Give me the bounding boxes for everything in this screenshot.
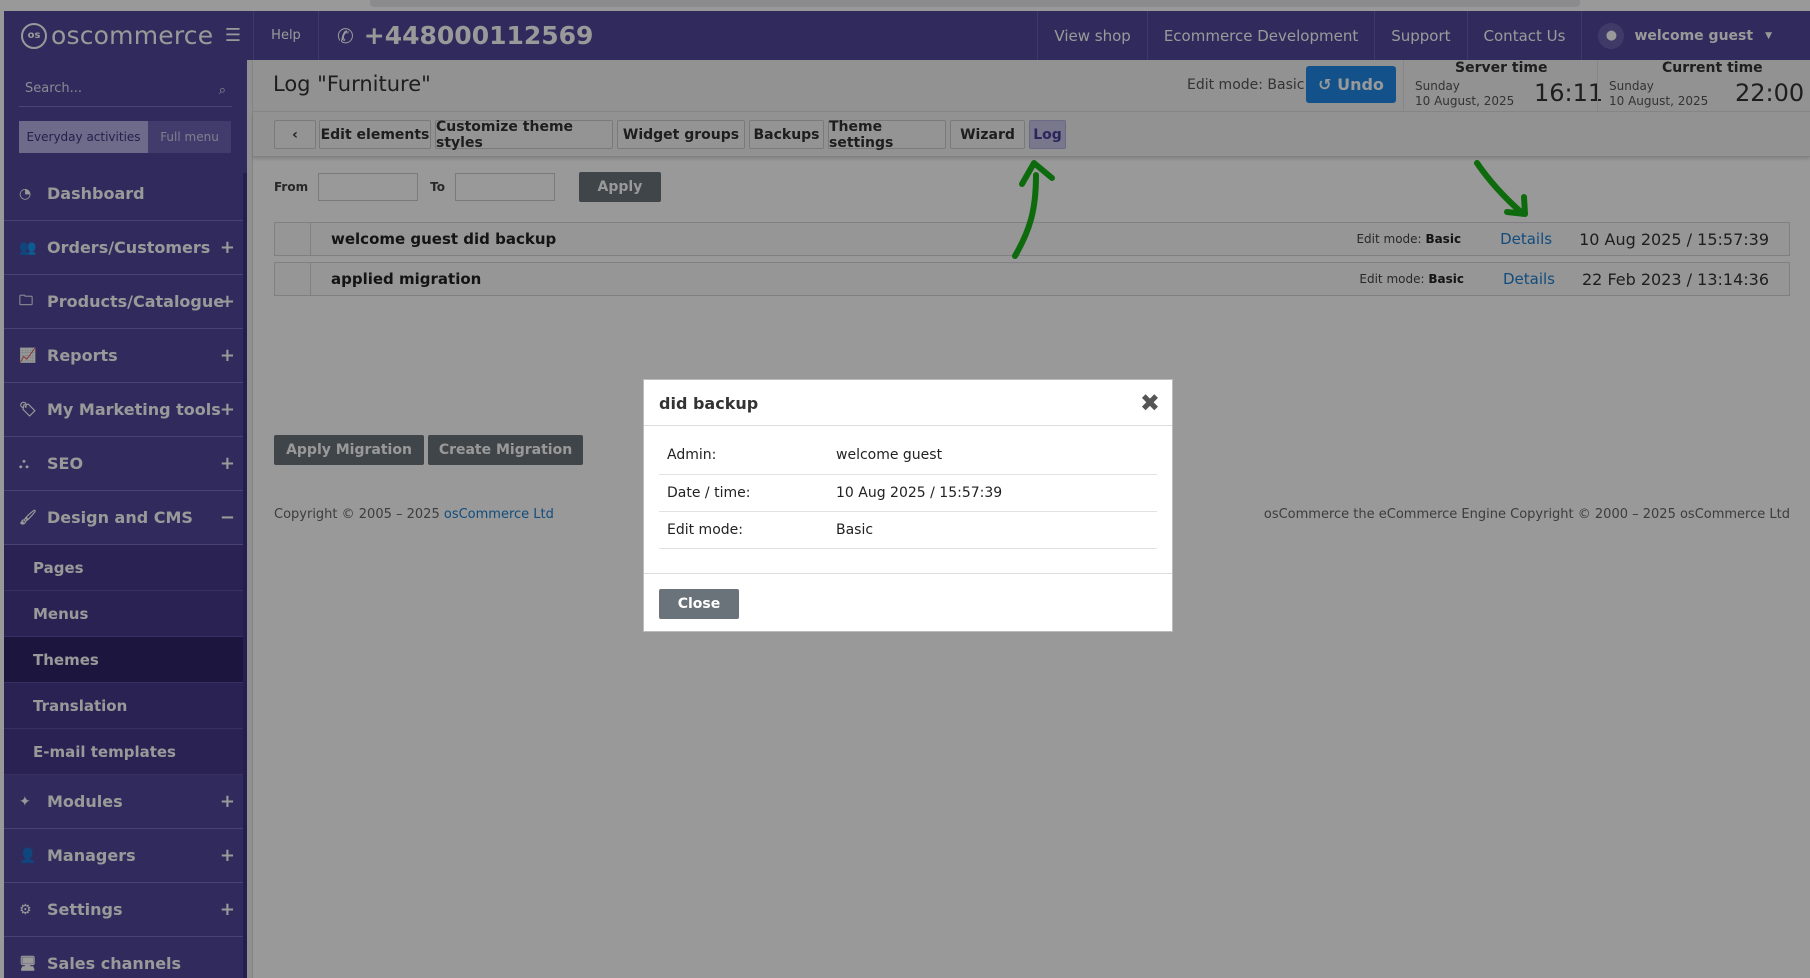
detail-key: Edit mode:	[659, 511, 836, 549]
close-icon[interactable]: ✖	[1140, 389, 1160, 417]
modal-footer: Close	[644, 573, 1172, 632]
detail-key: Date / time:	[659, 474, 836, 512]
table-row: Admin: welcome guest	[659, 437, 1157, 475]
modal-details-table: Admin: welcome guest Date / time: 10 Aug 2…	[659, 437, 1157, 549]
table-row: Edit mode: Basic	[659, 511, 1157, 549]
close-button[interactable]: Close	[659, 589, 739, 619]
modal-header: did backup ✖	[644, 380, 1172, 426]
detail-key: Admin:	[659, 437, 836, 475]
detail-value: 10 Aug 2025 / 15:57:39	[836, 474, 1157, 512]
table-row: Date / time: 10 Aug 2025 / 15:57:39	[659, 474, 1157, 512]
detail-value: welcome guest	[836, 437, 1157, 475]
details-modal: did backup ✖ Admin: welcome guest Date / …	[643, 379, 1173, 632]
detail-value: Basic	[836, 511, 1157, 549]
modal-title: did backup	[659, 394, 759, 413]
